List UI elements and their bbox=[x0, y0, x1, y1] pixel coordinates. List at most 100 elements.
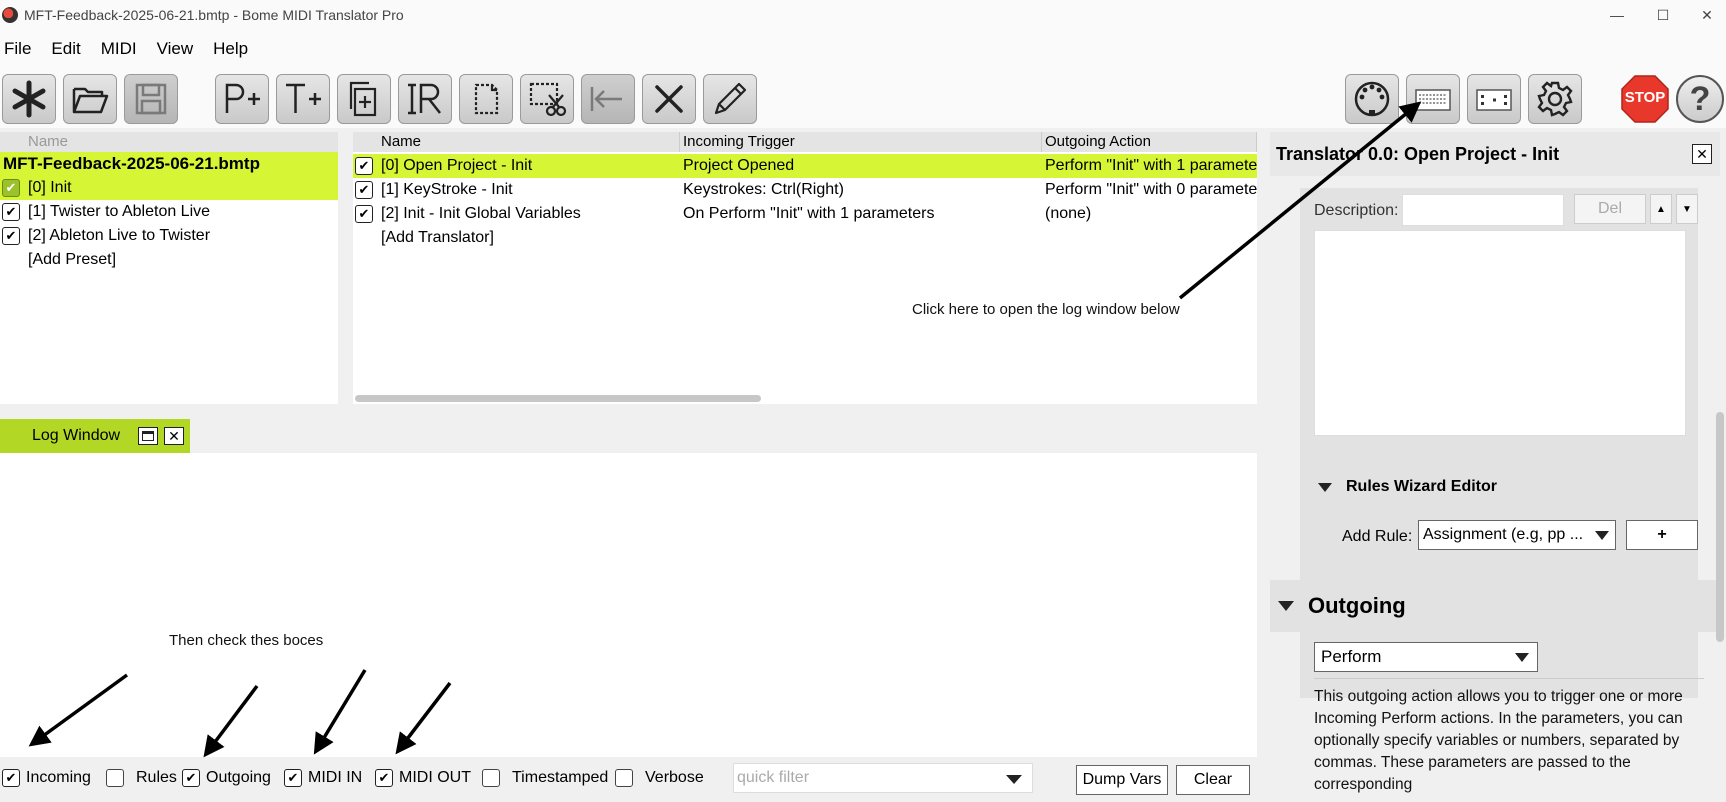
folder-open-icon bbox=[72, 87, 109, 114]
check-hint-note: Then check thes boces bbox=[169, 632, 324, 649]
option-checkbox[interactable] bbox=[615, 769, 633, 787]
column-header-name[interactable]: Name bbox=[353, 132, 680, 152]
translator-row-0[interactable]: ✔ [0] Open Project - Init Project Opened… bbox=[353, 154, 1257, 178]
chevron-down-icon[interactable] bbox=[1006, 775, 1022, 784]
preset-item-ableton-to-twister[interactable]: ✔ [2] Ableton Live to Twister bbox=[0, 224, 338, 248]
event-monitor-icon bbox=[1476, 89, 1512, 111]
pencil-icon bbox=[714, 82, 747, 115]
vertical-scrollbar[interactable] bbox=[1716, 412, 1724, 642]
open-project-button[interactable] bbox=[63, 74, 117, 124]
option-midi-in[interactable]: ✔ MIDI IN bbox=[284, 769, 362, 787]
translator-checkbox[interactable]: ✔ bbox=[355, 205, 373, 223]
preset-item-init[interactable]: ✔ [0] Init bbox=[0, 176, 338, 200]
preset-checkbox[interactable]: ✔ bbox=[2, 203, 20, 221]
menu-view[interactable]: View bbox=[153, 39, 194, 59]
option-timestamped[interactable]: Timestamped bbox=[482, 769, 608, 787]
new-project-button[interactable] bbox=[2, 74, 56, 124]
move-up-button[interactable]: ▲ bbox=[1650, 194, 1672, 224]
add-rule-label: Add Rule: bbox=[1342, 528, 1413, 545]
save-project-button[interactable] bbox=[124, 74, 178, 124]
add-preset-item[interactable]: [Add Preset] bbox=[0, 248, 338, 272]
translator-action: (none) bbox=[1045, 205, 1092, 222]
copy-icon bbox=[474, 83, 499, 115]
translator-checkbox[interactable]: ✔ bbox=[355, 157, 373, 175]
description-input[interactable] bbox=[1402, 194, 1564, 226]
menu-file[interactable]: File bbox=[0, 39, 31, 59]
column-header-incoming-trigger[interactable]: Incoming Trigger bbox=[680, 132, 1042, 152]
cut-button[interactable] bbox=[520, 74, 574, 124]
duplicate-button[interactable] bbox=[337, 74, 391, 124]
option-rules[interactable]: Rules bbox=[106, 769, 177, 787]
divider bbox=[1314, 678, 1704, 679]
rules-wizard-toggle[interactable]: Rules Wizard Editor bbox=[1318, 478, 1497, 496]
add-translator-button[interactable] bbox=[276, 74, 330, 124]
dump-vars-button[interactable]: Dump Vars bbox=[1076, 765, 1168, 795]
minimize-button[interactable]: — bbox=[1594, 0, 1640, 30]
outgoing-section-toggle[interactable]: Outgoing bbox=[1270, 580, 1720, 632]
option-checkbox[interactable]: ✔ bbox=[182, 769, 200, 787]
move-down-button[interactable]: ▼ bbox=[1676, 194, 1698, 224]
close-window-button[interactable]: ✕ bbox=[1684, 0, 1726, 30]
log-window-button[interactable] bbox=[1406, 74, 1460, 124]
menu-help[interactable]: Help bbox=[209, 39, 248, 59]
menu-bar: File Edit MIDI View Help bbox=[0, 30, 1726, 68]
rename-button[interactable] bbox=[703, 74, 757, 124]
preset-item-label: [2] Ableton Live to Twister bbox=[28, 227, 211, 244]
option-midi-out[interactable]: ✔ MIDI OUT bbox=[375, 769, 471, 787]
preset-checkbox[interactable]: ✔ bbox=[2, 179, 20, 197]
translator-row-2[interactable]: ✔ [2] Init - Init Global Variables On Pe… bbox=[353, 202, 1257, 226]
maximize-button[interactable]: ☐ bbox=[1640, 0, 1686, 30]
option-label: Outgoing bbox=[206, 769, 271, 786]
menu-midi[interactable]: MIDI bbox=[97, 39, 137, 59]
add-preset-button[interactable] bbox=[215, 74, 269, 124]
help-button[interactable]: ? bbox=[1676, 75, 1724, 123]
outgoing-type-value: Perform bbox=[1321, 647, 1382, 666]
translator-name: [2] Init - Init Global Variables bbox=[381, 205, 581, 222]
app-icon bbox=[2, 7, 18, 23]
quick-filter-input[interactable]: quick filter bbox=[733, 763, 1033, 793]
log-window-icon bbox=[1415, 89, 1451, 111]
copy-button[interactable] bbox=[459, 74, 513, 124]
log-close-button[interactable]: ✕ bbox=[164, 427, 184, 445]
asterisk-icon bbox=[12, 80, 46, 118]
option-checkbox[interactable] bbox=[106, 769, 124, 787]
column-header-outgoing-action[interactable]: Outgoing Action bbox=[1042, 132, 1257, 152]
option-checkbox[interactable] bbox=[482, 769, 500, 787]
option-checkbox[interactable]: ✔ bbox=[375, 769, 393, 787]
option-checkbox[interactable]: ✔ bbox=[2, 769, 20, 787]
delete-button[interactable] bbox=[642, 74, 696, 124]
project-name[interactable]: MFT-Feedback-2025-06-21.bmtp bbox=[0, 152, 338, 176]
event-monitor-button[interactable] bbox=[1467, 74, 1521, 124]
midi-ports-button[interactable] bbox=[1345, 74, 1399, 124]
editor-close-button[interactable]: ✕ bbox=[1692, 144, 1712, 164]
t-plus-icon bbox=[286, 83, 321, 113]
option-outgoing[interactable]: ✔ Outgoing bbox=[182, 769, 271, 787]
paste-button[interactable] bbox=[581, 74, 635, 124]
option-checkbox[interactable]: ✔ bbox=[284, 769, 302, 787]
add-rule-button[interactable]: + bbox=[1626, 520, 1698, 550]
delete-rule-button[interactable]: Del bbox=[1574, 194, 1646, 224]
log-maximize-button[interactable] bbox=[138, 427, 158, 445]
preset-checkbox[interactable]: ✔ bbox=[2, 227, 20, 245]
stop-button[interactable]: STOP bbox=[1620, 74, 1670, 124]
add-rule-select[interactable]: Assignment (e.g, pp ... bbox=[1418, 520, 1616, 550]
option-incoming[interactable]: ✔ Incoming bbox=[2, 769, 91, 787]
close-icon: ✕ bbox=[1696, 145, 1708, 162]
translator-trigger: Keystrokes: Ctrl(Right) bbox=[683, 181, 844, 198]
log-output[interactable]: Then check thes boces bbox=[0, 453, 1257, 757]
menu-edit[interactable]: Edit bbox=[47, 39, 80, 59]
translator-checkbox[interactable]: ✔ bbox=[355, 181, 373, 199]
clear-button[interactable]: Clear bbox=[1176, 765, 1250, 795]
preset-item-twister-to-ableton[interactable]: ✔ [1] Twister to Ableton Live bbox=[0, 200, 338, 224]
outgoing-type-select[interactable]: Perform bbox=[1314, 642, 1538, 672]
ir-icon bbox=[408, 83, 441, 115]
option-verbose[interactable]: Verbose bbox=[615, 769, 704, 787]
log-window-tab[interactable]: Log Window ✕ bbox=[0, 419, 190, 453]
horizontal-scrollbar[interactable] bbox=[355, 395, 761, 402]
gear-icon bbox=[1537, 81, 1573, 117]
rules-text-area[interactable] bbox=[1314, 230, 1686, 436]
incoming-rules-button[interactable] bbox=[398, 74, 452, 124]
translator-row-1[interactable]: ✔ [1] KeyStroke - Init Keystrokes: Ctrl(… bbox=[353, 178, 1257, 202]
settings-button[interactable] bbox=[1528, 74, 1582, 124]
add-translator-item[interactable]: [Add Translator] bbox=[353, 226, 1257, 250]
